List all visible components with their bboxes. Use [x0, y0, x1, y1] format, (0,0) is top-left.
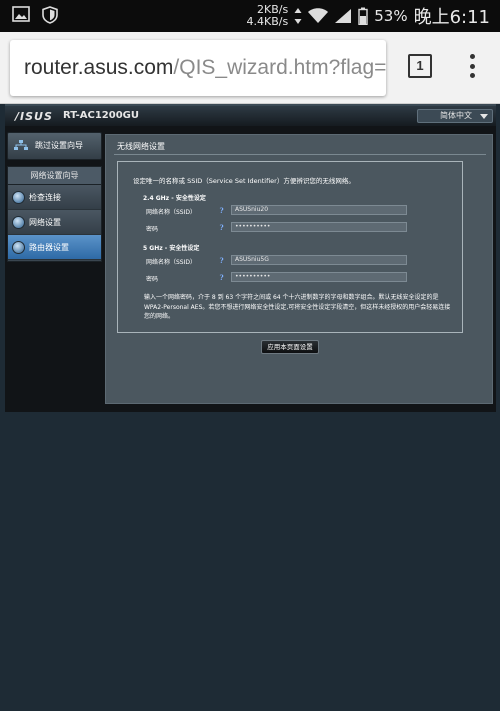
nav-item-label: 检查连接 [29, 193, 61, 202]
url-host: router.asus.com [24, 56, 174, 79]
ssid-24-label: 网络名称（SSID） [146, 209, 197, 216]
wireless-settings-panel: 无线网络设置 设定唯一的名称或 SSID（Service Set Identif… [105, 134, 493, 404]
nav-item-network-settings[interactable]: 网络设置 [8, 210, 101, 235]
chevron-down-icon [480, 114, 488, 119]
signal-icon [335, 9, 352, 23]
router-model: RT-AC1200GU [63, 110, 139, 121]
battery-icon [358, 7, 368, 25]
help-icon[interactable]: ? [218, 257, 225, 265]
language-select[interactable]: 简体中文 [417, 109, 493, 123]
password-24-input[interactable]: •••••••••• [231, 222, 407, 232]
help-icon[interactable]: ? [218, 224, 225, 232]
globe-icon [12, 191, 25, 204]
download-speed: 4.4KB/s [246, 15, 289, 28]
nav-item-label: 网络设置 [29, 218, 61, 227]
router-header: /ISUS RT-AC1200GU 简体中文 [5, 106, 496, 126]
ssid-24-input[interactable]: ASUSniu20 [231, 205, 407, 215]
password-5-input[interactable]: •••••••••• [231, 272, 407, 282]
wizard-nav: 网络设置向导 检查连接 网络设置 路由器设置 [7, 166, 102, 262]
nav-header: 网络设置向导 [8, 167, 101, 185]
language-label: 简体中文 [440, 111, 472, 120]
ssid-5-input[interactable]: ASUSniu5G [231, 255, 407, 265]
asus-logo: /ISUS [15, 110, 53, 123]
globe-icon [12, 241, 25, 254]
tab-switcher-button[interactable]: 1 [408, 54, 432, 78]
intro-text: 设定唯一的名称或 SSID（Service Set Identifier）方便辨… [133, 177, 355, 185]
globe-icon [12, 216, 25, 229]
battery-percent: 53% [374, 7, 408, 25]
wifi-icon [308, 8, 329, 23]
data-arrows-icon [294, 8, 302, 24]
url-path: /QIS_wizard.htm?flag=w [173, 56, 386, 79]
network-speed: 2KB/s 4.4KB/s [247, 4, 289, 28]
section-24ghz: 2.4 GHz - 安全性设定 [143, 195, 206, 202]
browser-toolbar: router.asus.com/QIS_wizard.htm?flag=w 1 [0, 32, 500, 104]
settings-box: 设定唯一的名称或 SSID（Service Set Identifier）方便辨… [117, 161, 463, 333]
nav-item-label: 路由器设置 [29, 243, 69, 252]
gallery-icon [12, 6, 30, 22]
shield-icon [42, 6, 58, 24]
status-bar: 2KB/s 4.4KB/s 53% 晚上6:11 [0, 0, 500, 32]
ssid-5-label: 网络名称（SSID） [146, 259, 197, 266]
password-note: 输入一个网络密码，介于 8 到 63 个字符之间或 64 个十六进制数字的字母和… [144, 294, 451, 320]
router-frame: /ISUS RT-AC1200GU 简体中文 跳过设置向导 网络设置向导 检查连… [5, 104, 496, 412]
skip-wizard-label: 跳过设置向导 [35, 141, 83, 150]
help-icon[interactable]: ? [218, 207, 225, 215]
router-page: /ISUS RT-AC1200GU 简体中文 跳过设置向导 网络设置向导 检查连… [0, 104, 500, 711]
url-bar[interactable]: router.asus.com/QIS_wizard.htm?flag=w [10, 40, 386, 96]
page-title: 无线网络设置 [117, 142, 165, 151]
nav-item-check-connection[interactable]: 检查连接 [8, 185, 101, 210]
overflow-menu-icon[interactable] [462, 50, 482, 82]
help-icon[interactable]: ? [218, 274, 225, 282]
skip-wizard-button[interactable]: 跳过设置向导 [7, 132, 102, 160]
network-icon [14, 140, 28, 150]
title-divider [114, 154, 486, 155]
password-24-label: 密码 [146, 226, 159, 233]
password-5-label: 密码 [146, 276, 159, 283]
section-5ghz: 5 GHz - 安全性设定 [143, 245, 200, 252]
clock: 晚上6:11 [413, 7, 490, 28]
nav-item-router-settings[interactable]: 路由器设置 [8, 235, 101, 260]
apply-button[interactable]: 应用本页面设置 [261, 340, 319, 354]
